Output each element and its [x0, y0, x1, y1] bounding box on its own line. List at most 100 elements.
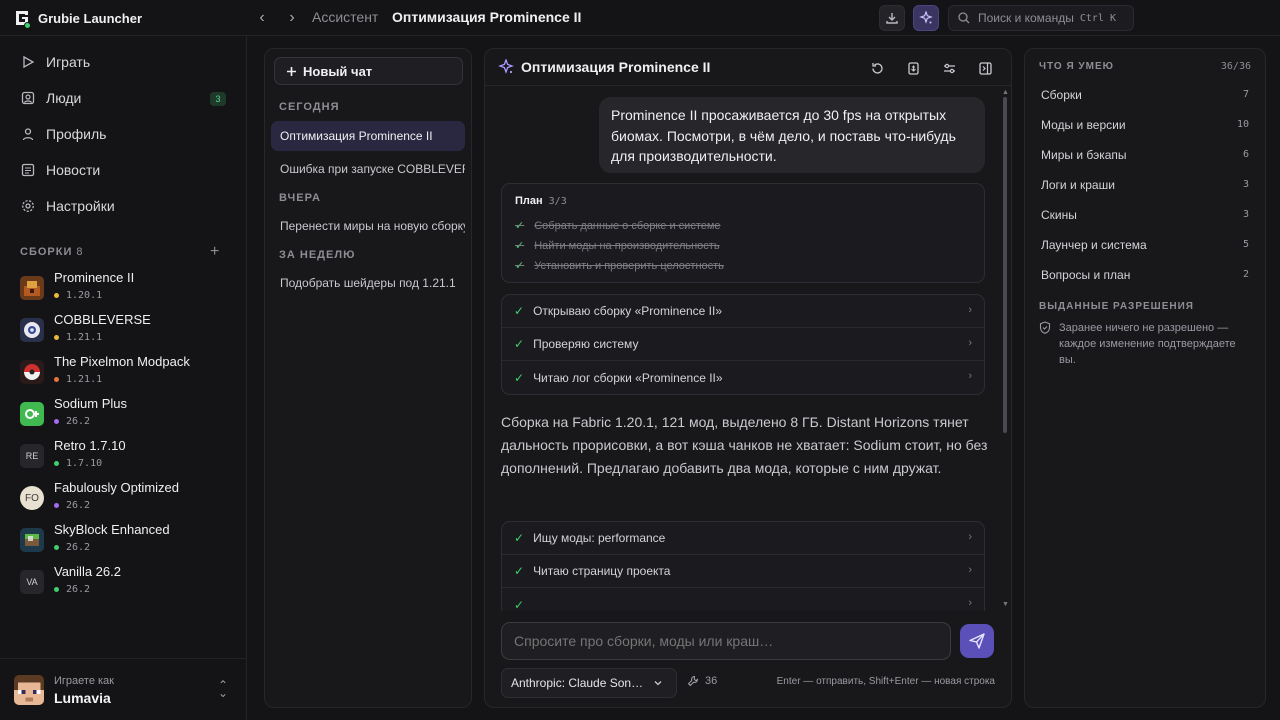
account-switch-icon[interactable]: ⌃ ⌄	[218, 679, 228, 699]
capability-item[interactable]: Моды и версии 10	[1031, 111, 1259, 139]
permissions-text: Заранее ничего не разрешено — каждое изм…	[1059, 322, 1236, 366]
current-user[interactable]: Играете как Lumavia ⌃ ⌄	[0, 658, 247, 720]
new-chat-label: Новый чат	[303, 63, 373, 79]
online-status-dot	[24, 22, 31, 29]
tool-call-row[interactable]: ✓ Открываю сборку «Prominence II» ›	[502, 295, 984, 328]
wrench-icon	[687, 675, 699, 687]
pack-name: The Pixelmon Modpack	[54, 354, 190, 369]
capability-item[interactable]: Лаунчер и система 5	[1031, 231, 1259, 259]
model-selector[interactable]: Anthropic: Claude Sonnet	[501, 668, 677, 698]
profile-icon	[20, 126, 36, 142]
pack-item-retro[interactable]: RE Retro 1.7.10 1.7.10	[20, 438, 230, 474]
pack-icon	[20, 318, 44, 342]
assistant-chat: Оптимизация Prominence II Prominence II …	[484, 48, 1012, 708]
capability-item[interactable]: Сборки 7	[1031, 81, 1259, 109]
tool-call-label: Читаю лог сборки «Prominence II»	[533, 370, 723, 385]
downloads-button[interactable]	[879, 5, 905, 31]
sidebar-item-play[interactable]: Играть	[20, 52, 90, 72]
pack-icon: FO	[20, 486, 44, 510]
settings-icon	[20, 198, 36, 214]
pack-version: 1.21.1	[54, 374, 102, 385]
pack-icon	[20, 402, 44, 426]
chat-item[interactable]: Подобрать шейдеры под 1.21.1	[271, 268, 465, 298]
pack-version: 1.21.1	[54, 332, 102, 343]
check-icon: ✓	[514, 370, 525, 385]
sidebar: Играть Люди 3 Профиль Новости Настройки …	[0, 36, 247, 720]
chat-section-title: СЕГОДНЯ	[279, 101, 340, 113]
pack-item-fabulously-optimized[interactable]: FO Fabulously Optimized 26.2	[20, 480, 230, 516]
pack-name: SkyBlock Enhanced	[54, 522, 170, 537]
version-dot	[54, 293, 59, 298]
chevron-right-icon: ›	[968, 337, 972, 349]
plan-step-text: Найти моды на производительность	[534, 239, 720, 252]
capability-count: 10	[1236, 119, 1249, 130]
capability-item[interactable]: Вопросы и план 2	[1031, 261, 1259, 289]
message-input[interactable]	[501, 622, 951, 660]
capability-item[interactable]: Логи и краши 3	[1031, 171, 1259, 199]
tool-call-row[interactable]: ✓ Читаю страницу проекта ›	[502, 555, 984, 588]
sidebar-item-people[interactable]: Люди	[20, 88, 81, 108]
pack-icon	[20, 360, 44, 384]
sliders-icon[interactable]	[940, 59, 958, 77]
tool-calls-group: ✓ Открываю сборку «Prominence II» › ✓ Прове…	[501, 294, 985, 395]
toggle-panel-icon[interactable]	[976, 59, 994, 77]
pack-icon	[20, 528, 44, 552]
tools-counter[interactable]: 36	[687, 675, 717, 687]
back-button[interactable]: ‹	[253, 9, 271, 27]
tool-call-row[interactable]: ✓ ›	[502, 588, 984, 611]
pack-name: Vanilla 26.2	[54, 564, 121, 579]
tool-call-row[interactable]: ✓ Ищу моды: performance ›	[502, 522, 984, 555]
plan-step-text: Установить и проверить целостность	[534, 259, 724, 272]
check-icon: ✓	[514, 597, 525, 612]
pack-item-cobbleverse[interactable]: COBBLEVERSE 1.21.1	[20, 312, 230, 348]
pack-version: 26.2	[54, 416, 90, 427]
chat-item[interactable]: Перенести миры на новую сборку	[271, 211, 465, 241]
pack-version-text: 26.2	[66, 416, 91, 427]
capabilities-panel: ЧТО Я УМЕЮ 36/36 Сборки 7 Моды и версии 10…	[1024, 48, 1266, 708]
pack-item-prominence[interactable]: Prominence II 1.20.1	[20, 270, 230, 306]
capabilities-count: 36/36	[1220, 61, 1251, 72]
pack-item-sodium-plus[interactable]: Sodium Plus 26.2	[20, 396, 230, 432]
new-chat-button[interactable]: Новый чат	[274, 57, 463, 85]
tool-call-label: Открываю сборку «Prominence II»	[533, 304, 723, 318]
pack-item-vanilla[interactable]: VA Vanilla 26.2 26.2	[20, 564, 230, 600]
command-search[interactable]: Поиск и команды Ctrl K	[948, 5, 1134, 31]
message-list[interactable]: Prominence II просаживается до 30 fps на…	[485, 87, 1011, 611]
send-button[interactable]	[960, 624, 994, 658]
pack-version-text: 1.21.1	[66, 332, 103, 343]
breadcrumb-parent[interactable]: Ассистент	[312, 9, 378, 25]
capability-label: Скины	[1041, 208, 1077, 222]
assistant-button[interactable]	[913, 5, 939, 31]
scrollbar-thumb[interactable]	[1003, 97, 1007, 433]
sidebar-item-label: Новости	[46, 162, 101, 178]
add-pack-button[interactable]: +	[210, 243, 219, 261]
sidebar-item-profile[interactable]: Профиль	[20, 124, 106, 144]
restart-icon[interactable]	[868, 59, 886, 77]
capability-item[interactable]: Миры и бэкапы 6	[1031, 141, 1259, 169]
packs-section-title: СБОРКИ 8	[20, 246, 83, 258]
capability-label: Лаунчер и система	[1041, 238, 1147, 252]
chevron-right-icon: ›	[968, 304, 972, 316]
version-dot	[54, 461, 59, 466]
pack-item-skyblock[interactable]: SkyBlock Enhanced 26.2	[20, 522, 230, 558]
pack-item-pixelmon[interactable]: The Pixelmon Modpack 1.21.1	[20, 354, 230, 390]
chat-item[interactable]: Ошибка при запуске COBBLEVERSE	[271, 154, 465, 184]
capability-label: Вопросы и план	[1041, 268, 1131, 282]
chat-item[interactable]: Оптимизация Prominence II	[271, 121, 465, 151]
plan-count: 3/3	[548, 196, 567, 207]
plan-step: ✓ Собрать данные о сборке и системе	[515, 219, 721, 233]
pack-version-text: 26.2	[66, 542, 91, 553]
capability-item[interactable]: Скины 3	[1031, 201, 1259, 229]
chevron-right-icon: ›	[968, 564, 972, 576]
tool-call-row[interactable]: ✓ Читаю лог сборки «Prominence II» ›	[502, 361, 984, 394]
sidebar-item-news[interactable]: Новости	[20, 160, 100, 180]
search-shortcut: Ctrl K	[1079, 12, 1116, 24]
sidebar-item-settings[interactable]: Настройки	[20, 196, 115, 216]
scroll-up-arrow[interactable]: ▲	[1002, 89, 1009, 96]
forward-button[interactable]: ›	[283, 9, 301, 27]
keyboard-hint: Enter — отправить, Shift+Enter — новая с…	[776, 676, 995, 687]
tool-call-row[interactable]: ✓ Проверяю систему ›	[502, 328, 984, 361]
export-icon[interactable]	[904, 59, 922, 77]
packs-count: 8	[76, 246, 83, 258]
scroll-down-arrow[interactable]: ▼	[1002, 601, 1009, 608]
